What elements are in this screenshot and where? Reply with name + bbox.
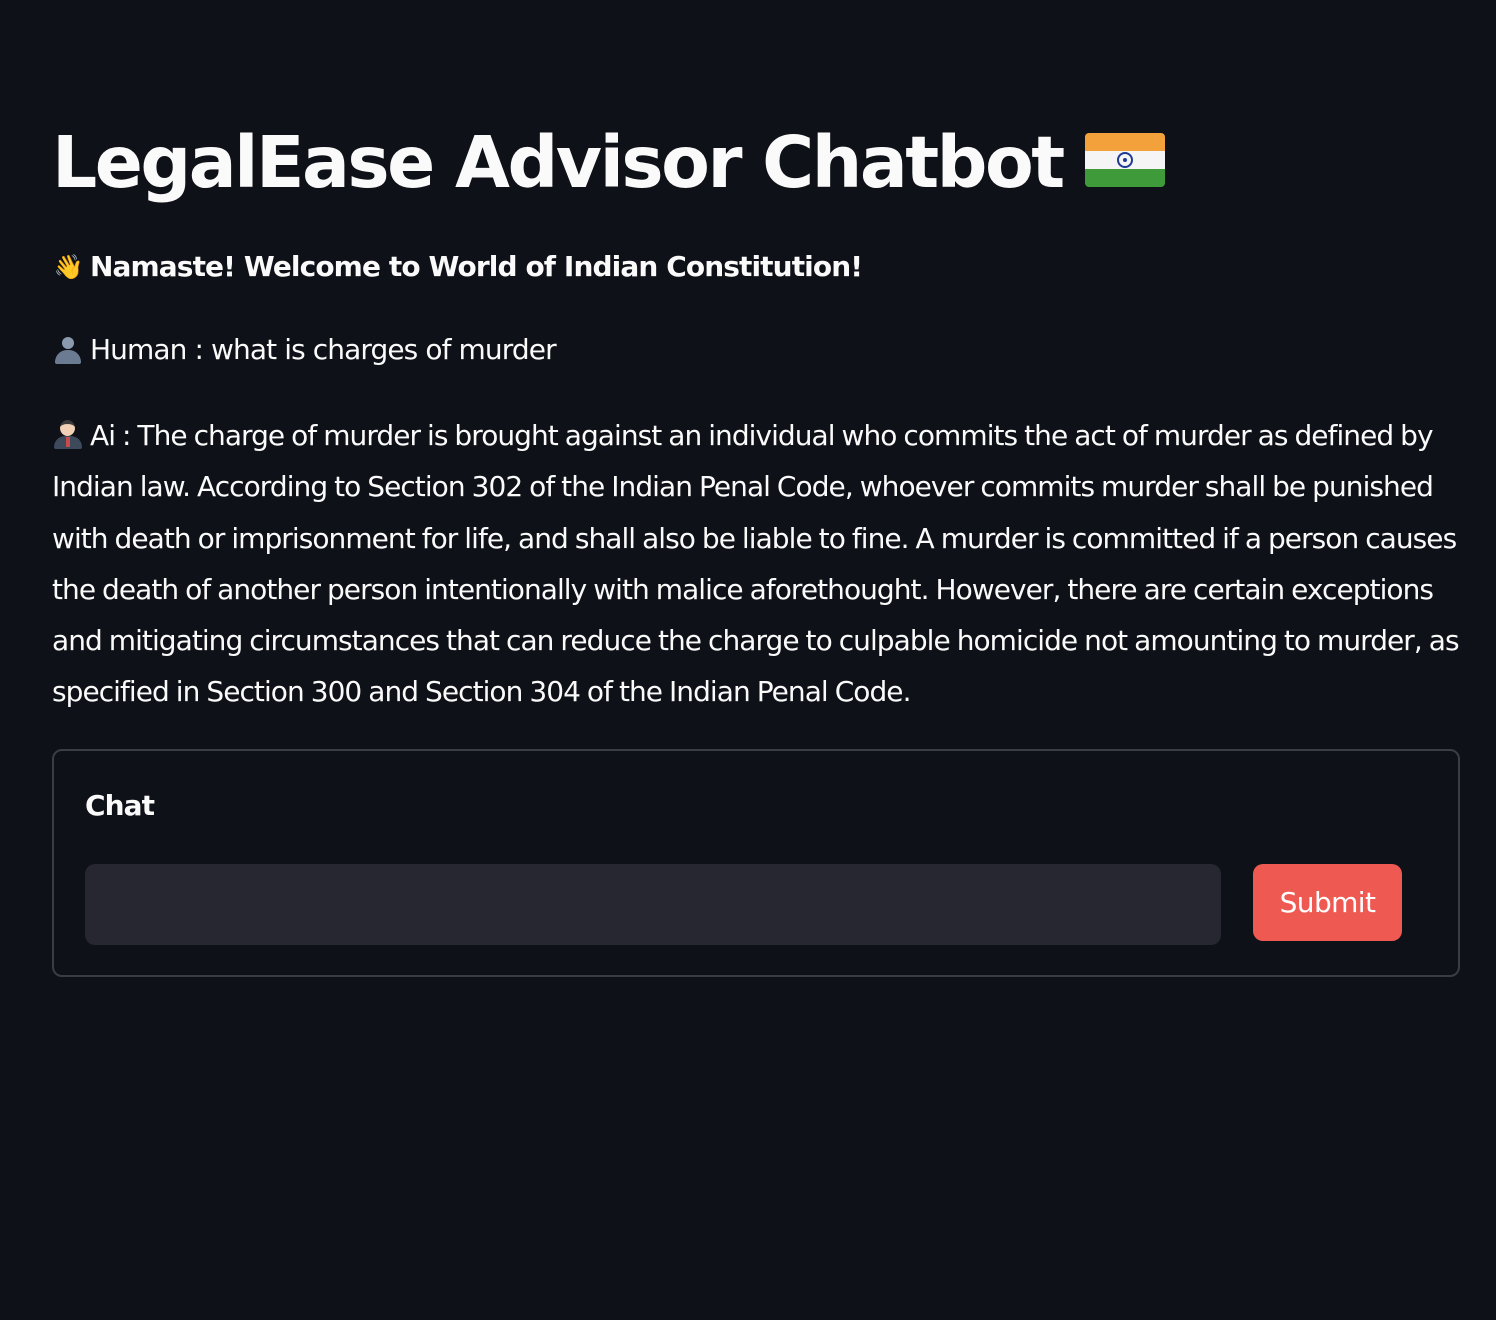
human-message: Human : what is charges of murder — [52, 333, 557, 366]
ashoka-chakra-icon — [1116, 152, 1133, 168]
flag-saffron-band — [1084, 133, 1165, 151]
ai-message: Ai : The charge of murder is brought aga… — [52, 410, 1462, 718]
title-row: LegalEase Advisor Chatbot — [52, 118, 1165, 208]
chat-form: Chat Submit — [52, 749, 1460, 977]
page-title: LegalEase Advisor Chatbot — [52, 121, 1065, 204]
app-page: LegalEase Advisor Chatbot 👋 Namaste! Wel… — [0, 0, 1496, 1320]
ai-judge-icon — [52, 418, 84, 450]
flag-green-band — [1084, 169, 1165, 187]
chat-form-label: Chat — [85, 789, 155, 822]
human-message-text: Human : what is charges of murder — [90, 333, 557, 366]
india-flag-icon — [1084, 133, 1165, 187]
ai-message-text: Ai : The charge of murder is brought aga… — [52, 419, 1460, 709]
waving-hand-icon: 👋 — [53, 252, 84, 281]
welcome-message: 👋 Namaste! Welcome to World of Indian Co… — [52, 250, 864, 283]
person-silhouette-icon — [52, 334, 84, 366]
chat-input[interactable] — [85, 864, 1221, 945]
welcome-text: Namaste! Welcome to World of Indian Cons… — [90, 250, 863, 283]
submit-button[interactable]: Submit — [1253, 864, 1402, 941]
